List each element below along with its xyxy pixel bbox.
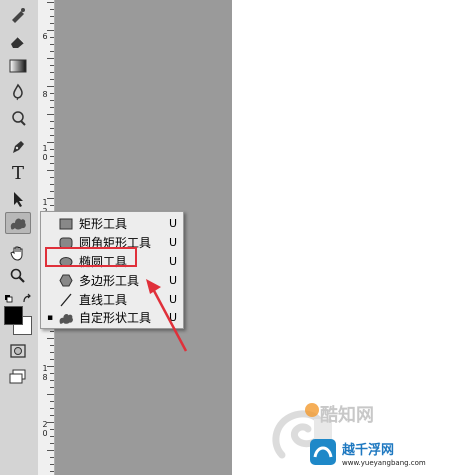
- ruler-tick: [47, 366, 54, 367]
- ruler-tick: [47, 170, 54, 171]
- highlight-annotation-box: [45, 247, 137, 267]
- ruler-tick: [47, 198, 54, 199]
- ruler-tick: [50, 415, 54, 416]
- foreground-color[interactable]: [4, 306, 23, 325]
- ruler-tick: [50, 79, 54, 80]
- ruler-tick: [50, 100, 54, 101]
- pen-icon[interactable]: [5, 136, 31, 158]
- ruler-tick: [50, 443, 54, 444]
- ruler-tick: [50, 387, 54, 388]
- ruler-tick: [50, 149, 54, 150]
- eraser-icon[interactable]: [5, 30, 31, 52]
- ruler-tick: [47, 142, 54, 143]
- ruler-tick: [50, 401, 54, 402]
- ruler-tick: [50, 191, 54, 192]
- watermark-brand-text: 酷知网: [320, 405, 374, 426]
- watermark-site-name: 越千浮网: [342, 443, 395, 458]
- custom-shape-icon: [57, 310, 75, 326]
- ruler-tick: [50, 156, 54, 157]
- ruler-tick: [47, 450, 54, 451]
- ruler-tick: [50, 429, 54, 430]
- ruler-tick: [50, 345, 54, 346]
- ruler-tick: [47, 114, 54, 115]
- ruler-tick: [50, 16, 54, 17]
- ruler-tick: [50, 121, 54, 122]
- screen-mode-icon[interactable]: [5, 366, 31, 388]
- menu-item-shortcut: U: [169, 217, 178, 230]
- ruler-tick: [50, 51, 54, 52]
- ruler-tick: [47, 58, 54, 59]
- ruler-tick: [50, 352, 54, 353]
- ruler-tick: [50, 135, 54, 136]
- ruler-label: 8: [42, 90, 48, 99]
- ruler-tick: [50, 359, 54, 360]
- path-selection-icon[interactable]: [5, 188, 31, 210]
- spot-healing-icon[interactable]: [5, 4, 31, 26]
- ruler-label: 1 0: [42, 144, 48, 162]
- checked-indicator: ▪: [46, 312, 54, 323]
- ruler-label: 6: [42, 32, 48, 41]
- ruler-tick: [50, 373, 54, 374]
- ruler-tick: [50, 44, 54, 45]
- ruler-tick: [50, 380, 54, 381]
- menu-item-label: 矩形工具: [79, 217, 128, 231]
- ruler-tick: [50, 471, 54, 472]
- hand-icon[interactable]: [5, 242, 31, 264]
- zoom-icon[interactable]: [5, 265, 31, 287]
- ruler-tick: [50, 72, 54, 73]
- menu-item-shortcut: U: [169, 236, 178, 249]
- ruler-tick: [50, 457, 54, 458]
- blur-icon[interactable]: [5, 81, 31, 103]
- ruler-tick: [50, 128, 54, 129]
- custom-shape-tool-icon[interactable]: [5, 212, 31, 234]
- gradient-icon[interactable]: [5, 55, 31, 77]
- polygon-icon: [57, 273, 75, 289]
- menu-item-shortcut: U: [169, 255, 178, 268]
- ruler-tick: [50, 184, 54, 185]
- ruler-tick: [47, 394, 54, 395]
- annotation-arrow: [146, 279, 188, 352]
- ruler-tick: [50, 464, 54, 465]
- type-icon[interactable]: T: [5, 162, 31, 184]
- ruler-tick: [50, 23, 54, 24]
- ruler-tick: [47, 338, 54, 339]
- ruler-tick: [50, 37, 54, 38]
- ruler-tick: [50, 177, 54, 178]
- ruler-tick: [47, 30, 54, 31]
- ruler-tick: [50, 93, 54, 94]
- ruler-tick: [50, 408, 54, 409]
- line-icon: [57, 292, 75, 308]
- menu-item-rectangle-tool[interactable]: 矩形工具 U: [41, 214, 183, 233]
- ruler-tick: [47, 422, 54, 423]
- ruler-tick: [47, 2, 54, 3]
- swap-colors-icon[interactable]: [4, 290, 34, 303]
- ruler-tick: [50, 65, 54, 66]
- ruler-tick: [47, 86, 54, 87]
- ruler-tick: [50, 436, 54, 437]
- ruler-tick: [50, 107, 54, 108]
- dodge-icon[interactable]: [5, 107, 31, 129]
- ruler-tick: [50, 205, 54, 206]
- ruler-tick: [50, 163, 54, 164]
- ruler-tick: [50, 9, 54, 10]
- quick-mask-icon[interactable]: [5, 340, 31, 362]
- rectangle-icon: [57, 216, 75, 232]
- ruler-tick: [50, 331, 54, 332]
- tools-panel: T: [0, 0, 39, 475]
- watermark: 酷知网 越千浮网 www.yueyangbang.com: [262, 395, 459, 475]
- watermark-site-url: www.yueyangbang.com: [342, 459, 426, 467]
